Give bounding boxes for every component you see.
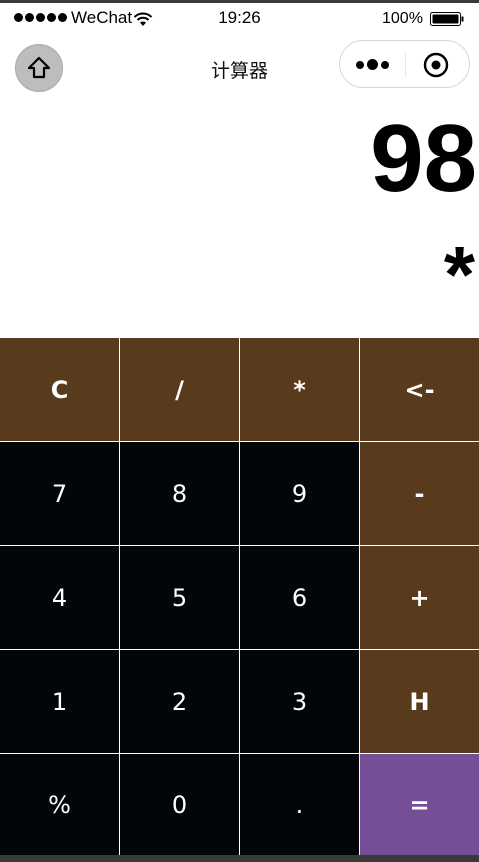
key-0[interactable]: C — [0, 338, 119, 441]
key-8[interactable]: 4 — [0, 546, 119, 649]
key-16[interactable]: % — [0, 754, 119, 856]
key-6[interactable]: 9 — [240, 442, 359, 545]
key-10[interactable]: 6 — [240, 546, 359, 649]
display-value: 98 — [370, 105, 477, 212]
key-4[interactable]: 7 — [0, 442, 119, 545]
key-9[interactable]: 5 — [120, 546, 239, 649]
bottom-edge — [0, 855, 479, 862]
capsule-divider — [405, 53, 406, 77]
target-close-icon[interactable] — [423, 52, 449, 78]
key-17[interactable]: 0 — [120, 754, 239, 856]
key-12[interactable]: 1 — [0, 650, 119, 753]
key-19[interactable]: = — [360, 754, 479, 856]
key-14[interactable]: 3 — [240, 650, 359, 753]
key-5[interactable]: 8 — [120, 442, 239, 545]
display-operator: * — [443, 230, 475, 319]
key-15[interactable]: H — [360, 650, 479, 753]
miniprogram-capsule — [339, 40, 470, 88]
key-13[interactable]: 2 — [120, 650, 239, 753]
battery-percent: 100% — [382, 10, 423, 27]
key-1[interactable]: / — [120, 338, 239, 441]
key-18[interactable]: . — [240, 754, 359, 856]
key-7[interactable]: - — [360, 442, 479, 545]
status-bar: WeChat 19:26 100% — [0, 3, 479, 39]
keypad: C / * <- 7 8 9- 4 5 6 +1 2 3 H% 0. = — [0, 338, 479, 856]
key-2[interactable]: * — [240, 338, 359, 441]
key-11[interactable]: + — [360, 546, 479, 649]
key-3[interactable]: <- — [360, 338, 479, 441]
more-dots-icon[interactable] — [356, 59, 389, 70]
battery-icon — [430, 12, 464, 26]
phone-screen: WeChat 19:26 100% 计算器 98 * C / * <- 7 8 9-4 5 6 — [0, 3, 479, 856]
